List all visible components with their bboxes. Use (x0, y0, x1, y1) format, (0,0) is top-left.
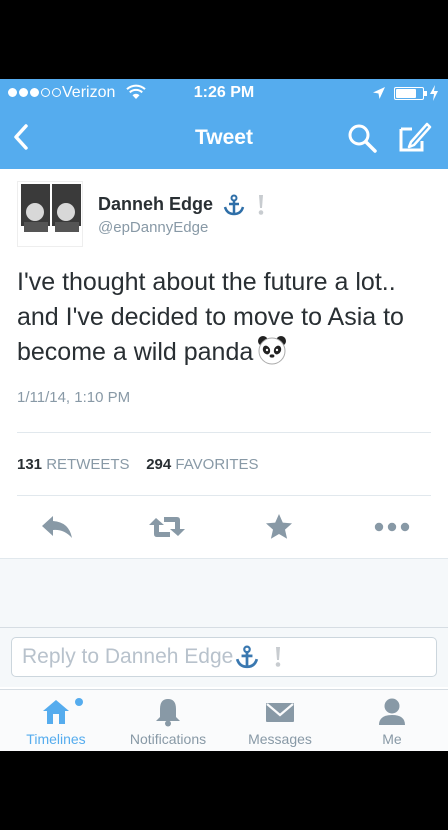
page-title: Tweet (195, 126, 253, 149)
top-bar: Verizon 1:26 PM Tweet (0, 79, 448, 169)
tab-bar: Timelines Notifications Messages Me (0, 689, 448, 751)
tab-label: Timelines (26, 731, 86, 747)
more-icon (374, 522, 410, 532)
home-icon (43, 700, 69, 724)
charging-bolt-icon (430, 85, 438, 101)
favorites-label[interactable]: FAVORITES (175, 456, 258, 473)
tweet-stats: 131 RETWEETS 294 FAVORITES (17, 456, 259, 473)
reply-button[interactable] (37, 511, 77, 543)
retweets-count[interactable]: 131 (17, 456, 42, 473)
divider (17, 495, 431, 496)
tab-notifications[interactable]: Notifications (112, 690, 224, 751)
tab-label: Me (382, 731, 402, 747)
panda-face-icon (258, 336, 287, 365)
tweet-detail-screen: Verizon 1:26 PM Tweet Danneh Edge @epDan… (0, 79, 448, 751)
reply-input[interactable]: Reply to Danneh Edge (11, 637, 437, 677)
retweet-icon (149, 517, 185, 537)
tab-label: Notifications (129, 731, 207, 747)
anchor-icon (223, 194, 245, 216)
favorite-star-icon (266, 514, 292, 539)
anchor-icon (236, 645, 259, 669)
location-arrow-icon (373, 87, 385, 99)
user-handle[interactable]: @epDannyEdge (98, 219, 208, 236)
reply-icon (42, 516, 72, 538)
reply-placeholder: Reply to Danneh Edge (22, 645, 234, 668)
tweet-text-content: I've thought about the future a lot.. an… (17, 268, 404, 366)
display-name[interactable]: Danneh Edge (98, 194, 213, 215)
favorite-button[interactable] (259, 511, 299, 543)
divider (17, 432, 431, 433)
favorites-count[interactable]: 294 (146, 456, 171, 473)
envelope-icon (266, 703, 294, 722)
search-icon[interactable] (347, 123, 377, 153)
tab-messages[interactable]: Messages (224, 690, 336, 751)
tab-timelines[interactable]: Timelines (0, 690, 112, 751)
battery-icon (394, 87, 427, 100)
new-tweets-dot (75, 698, 83, 706)
avatar[interactable] (17, 181, 83, 247)
tab-me[interactable]: Me (336, 690, 448, 751)
person-icon (379, 698, 405, 725)
status-bar: Verizon 1:26 PM (0, 79, 448, 107)
exclamation-icon (258, 195, 264, 215)
retweets-label[interactable]: RETWEETS (46, 456, 129, 473)
tab-label: Messages (248, 731, 312, 747)
compose-icon[interactable] (398, 121, 432, 153)
retweet-button[interactable] (147, 511, 187, 543)
exclamation-icon (276, 647, 281, 667)
tweet-timestamp: 1/11/14, 1:10 PM (17, 389, 131, 406)
more-button[interactable] (372, 511, 412, 543)
bell-icon (156, 699, 180, 727)
tweet-text: I've thought about the future a lot.. an… (17, 265, 422, 370)
